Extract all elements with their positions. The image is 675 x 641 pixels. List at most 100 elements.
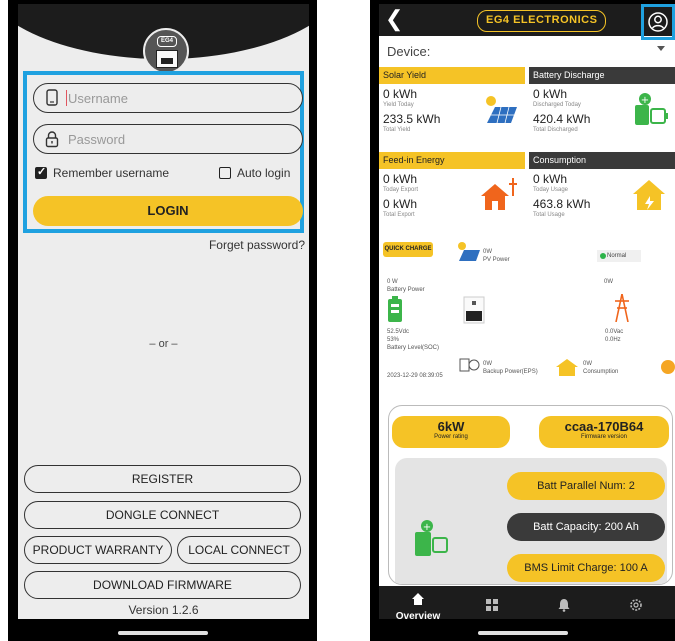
- home-indicator: [117, 631, 208, 635]
- yield-today-value: 0 kWh: [383, 87, 418, 101]
- total-discharged-value: 420.4 kWh: [533, 112, 591, 126]
- home-consumption-icon: [556, 359, 578, 376]
- top-app-bar: ❮ EG4 ELECTRONICS: [379, 4, 675, 40]
- inverter-icon: [463, 296, 485, 324]
- discharged-today-value: 0 kWh: [533, 87, 568, 101]
- lock-icon: [45, 131, 59, 148]
- remember-label: Remember username: [53, 166, 170, 180]
- password-field[interactable]: Password: [33, 124, 303, 154]
- nav-overview[interactable]: Overview: [393, 586, 443, 619]
- login-form-highlight: Username Password Remember username Auto…: [23, 71, 304, 233]
- bms-limit-pill: BMS Limit Charge: 100 A: [507, 554, 665, 582]
- pv-panel-icon: [458, 242, 480, 261]
- user-icon: [648, 12, 668, 32]
- total-export-label: Total Export: [383, 212, 415, 218]
- total-usage-label: Total Usage: [533, 212, 565, 218]
- battery-pack-icon: +: [415, 520, 448, 556]
- total-export-value: 0 kWh: [383, 197, 418, 211]
- quick-charge-button[interactable]: QUICK CHARGE: [383, 242, 433, 257]
- account-button[interactable]: [641, 4, 675, 40]
- total-yield-label: Total Yield: [383, 127, 411, 133]
- house-consumption-icon: [633, 180, 665, 210]
- power-rating-value: 6kW: [437, 419, 465, 434]
- timestamp: 2023-12-29 08:39:05: [387, 373, 443, 379]
- battery-discharge-icon: +: [635, 93, 668, 125]
- nav-settings[interactable]: [621, 586, 651, 619]
- auto-login-checkbox[interactable]: [219, 167, 231, 179]
- yield-today-label: Yield Today: [383, 102, 414, 108]
- version-label: Version 1.2.6: [128, 603, 199, 617]
- dongle-connect-button[interactable]: DONGLE CONNECT: [24, 501, 301, 529]
- nav-devices[interactable]: [477, 586, 507, 619]
- device-label: Device:: [387, 44, 431, 59]
- device-selector[interactable]: Device:: [379, 38, 675, 64]
- login-phone: EG4 Username Password Rem: [8, 0, 317, 641]
- dropdown-arrow-icon: [657, 46, 665, 51]
- battery-discharge-card: Battery Discharge 0 kWh Discharged Today…: [529, 67, 675, 149]
- product-warranty-button[interactable]: PRODUCT WARRANTY: [24, 536, 172, 564]
- eps-value: 0W: [483, 361, 492, 367]
- pv-power-label: PV Power: [483, 257, 510, 263]
- svg-text:+: +: [641, 95, 649, 106]
- house-grid-icon: [481, 178, 517, 210]
- bell-icon: [558, 599, 570, 612]
- register-button[interactable]: REGISTER: [24, 465, 301, 493]
- overview-phone: ❮ EG4 ELECTRONICS Device: Solar Yield 0 …: [370, 0, 675, 641]
- local-connect-button[interactable]: LOCAL CONNECT: [177, 536, 301, 564]
- card-title: Consumption: [529, 152, 675, 169]
- battery-power-label: Battery Power: [387, 287, 425, 293]
- solar-panel-icon: [486, 96, 517, 124]
- power-rating-label: Power rating: [434, 434, 468, 440]
- pv-power-value: 0W: [483, 249, 492, 255]
- logo-badge-text: EG4: [157, 36, 177, 47]
- card-title: Feed-in Energy: [379, 152, 525, 169]
- eps-label: Backup Power(EPS): [483, 369, 538, 375]
- download-firmware-button[interactable]: DOWNLOAD FIRMWARE: [24, 571, 301, 599]
- home-indicator: [477, 631, 568, 635]
- nav-overview-label: Overview: [395, 611, 441, 619]
- battery-voltage: 52.5Vdc: [387, 329, 410, 335]
- feed-in-card: Feed-in Energy 0 kWh Today Export 0 kWh …: [379, 152, 525, 234]
- card-title: Battery Discharge: [529, 67, 675, 84]
- password-placeholder: Password: [68, 132, 126, 147]
- battery-soc: 53%: [387, 337, 400, 343]
- text-caret: [66, 90, 67, 106]
- username-field[interactable]: Username: [33, 83, 303, 113]
- firmware-pill: ccaa-170B64 Firmware version: [539, 416, 669, 448]
- home-icon: [412, 593, 424, 605]
- forget-password-link[interactable]: Forget password?: [209, 238, 305, 252]
- grid-voltage: 0.0Vac: [605, 329, 624, 335]
- username-placeholder: Username: [68, 91, 128, 106]
- status-badge: Normal: [597, 250, 641, 262]
- login-screen: EG4 Username Password Rem: [18, 4, 309, 619]
- back-arrow-icon[interactable]: ❮: [385, 6, 403, 32]
- solar-yield-card: Solar Yield 0 kWh Yield Today 233.5 kWh …: [379, 67, 525, 149]
- total-yield-value: 233.5 kWh: [383, 112, 441, 126]
- device-info-panel: 6kW Power rating ccaa-170B64 Firmware ve…: [388, 405, 673, 585]
- grid-frequency: 0.0Hz: [605, 337, 621, 343]
- battery-info-block: + Batt Parallel Num: 2 Batt Capacity: 20…: [395, 458, 667, 584]
- brand-logo: EG4 ELECTRONICS: [477, 10, 607, 32]
- grid-power-value: 0W: [604, 279, 613, 285]
- energy-flow-panel: QUICK CHARGE 0W PV Power Normal 0 W Batt…: [379, 236, 675, 386]
- capacity-pill: Batt Capacity: 200 Ah: [507, 513, 665, 541]
- eps-icon: [459, 358, 480, 372]
- card-title: Solar Yield: [379, 67, 525, 84]
- refresh-icon[interactable]: [661, 360, 675, 374]
- parallel-num-pill: Batt Parallel Num: 2: [507, 472, 665, 500]
- today-export-value: 0 kWh: [383, 172, 418, 186]
- firmware-label: Firmware version: [580, 434, 627, 440]
- consumption-card: Consumption 0 kWh Today Usage 463.8 kWh …: [529, 152, 675, 234]
- inverter-icon: [156, 50, 178, 68]
- remember-checkbox[interactable]: [35, 165, 47, 179]
- today-usage-label: Today Usage: [533, 187, 569, 193]
- discharged-today-label: Discharged Today: [533, 102, 581, 108]
- overview-screen: ❮ EG4 ELECTRONICS Device: Solar Yield 0 …: [379, 4, 675, 619]
- today-export-label: Today Export: [383, 187, 419, 193]
- login-button[interactable]: LOGIN: [33, 196, 303, 226]
- nav-alerts[interactable]: [549, 586, 579, 619]
- battery-icon: [388, 296, 402, 322]
- total-usage-value: 463.8 kWh: [533, 197, 591, 211]
- today-usage-value: 0 kWh: [533, 172, 568, 186]
- battery-level-label: Battery Level(SOC): [387, 345, 440, 351]
